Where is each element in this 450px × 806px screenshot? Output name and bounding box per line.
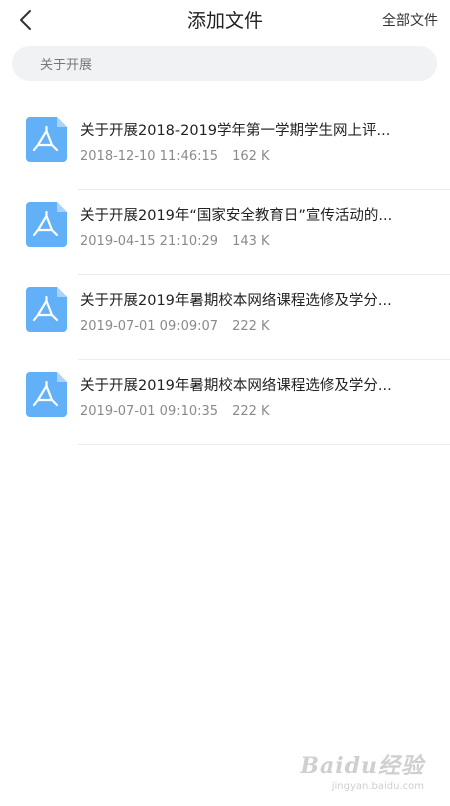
watermark-logo-text: Baidu经验 bbox=[300, 753, 424, 779]
file-size: 222 K bbox=[232, 404, 270, 419]
file-meta: 2019-07-01 09:09:07 222 K bbox=[80, 319, 270, 334]
top-bar: 添加文件 全部文件 bbox=[0, 0, 450, 40]
watermark-url: jingyan.baidu.com bbox=[331, 781, 424, 792]
file-list-item[interactable]: 关于开展2018-2019学年第一学期学生网上评... 2018-12-10 1… bbox=[0, 105, 450, 190]
file-info: 关于开展2019年暑期校本网络课程选修及学分... 2019-07-01 09:… bbox=[78, 360, 450, 445]
file-list-item[interactable]: 关于开展2019年“国家安全教育日”宣传活动的... 2019-04-15 21… bbox=[0, 190, 450, 275]
pdf-file-icon bbox=[26, 117, 67, 162]
file-size: 162 K bbox=[232, 149, 270, 164]
file-meta: 2019-07-01 09:10:35 222 K bbox=[80, 404, 270, 419]
baidu-watermark: Baidu经验 jingyan.baidu.com bbox=[300, 748, 424, 792]
file-date: 2018-12-10 11:46:15 bbox=[80, 149, 219, 164]
pdf-file-icon bbox=[26, 202, 67, 247]
file-size: 222 K bbox=[232, 319, 270, 334]
file-list-item[interactable]: 关于开展2019年暑期校本网络课程选修及学分... 2019-07-01 09:… bbox=[0, 275, 450, 360]
file-meta: 2019-04-15 21:10:29 143 K bbox=[80, 234, 270, 249]
file-date: 2019-04-15 21:10:29 bbox=[80, 234, 219, 249]
file-name: 关于开展2019年“国家安全教育日”宣传活动的... bbox=[80, 208, 393, 224]
search-input[interactable] bbox=[38, 55, 422, 72]
file-list-item[interactable]: 关于开展2019年暑期校本网络课程选修及学分... 2019-07-01 09:… bbox=[0, 360, 450, 445]
file-size: 143 K bbox=[232, 234, 270, 249]
file-info: 关于开展2019年暑期校本网络课程选修及学分... 2019-07-01 09:… bbox=[78, 275, 450, 360]
pdf-file-icon bbox=[26, 372, 67, 417]
file-info: 关于开展2018-2019学年第一学期学生网上评... 2018-12-10 1… bbox=[78, 105, 450, 190]
file-date: 2019-07-01 09:10:35 bbox=[80, 404, 219, 419]
file-name: 关于开展2018-2019学年第一学期学生网上评... bbox=[80, 123, 391, 139]
file-name: 关于开展2019年暑期校本网络课程选修及学分... bbox=[80, 378, 392, 394]
all-files-button[interactable]: 全部文件 bbox=[382, 10, 438, 30]
pdf-file-icon bbox=[26, 287, 67, 332]
file-meta: 2018-12-10 11:46:15 162 K bbox=[80, 149, 270, 164]
file-info: 关于开展2019年“国家安全教育日”宣传活动的... 2019-04-15 21… bbox=[78, 190, 450, 275]
file-list: 关于开展2018-2019学年第一学期学生网上评... 2018-12-10 1… bbox=[0, 105, 450, 445]
file-name: 关于开展2019年暑期校本网络课程选修及学分... bbox=[80, 293, 392, 309]
file-date: 2019-07-01 09:09:07 bbox=[80, 319, 219, 334]
search-bar bbox=[12, 46, 437, 81]
